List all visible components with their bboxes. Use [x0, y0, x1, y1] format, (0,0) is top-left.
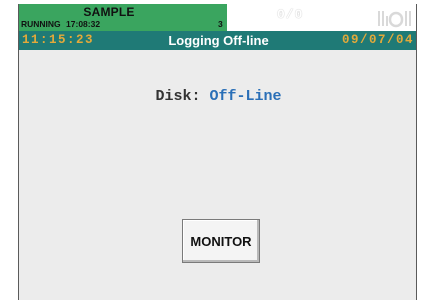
batch-status-panel[interactable]: SAMPLE RUNNING 17:08:32 3	[19, 4, 227, 31]
recorder-screen: SAMPLE RUNNING 17:08:32 3 0/0 11:15:23 L…	[18, 4, 417, 300]
status-strip: SAMPLE RUNNING 17:08:32 3 0/0	[19, 4, 416, 31]
clock-date: 09/07/04	[341, 33, 414, 47]
group-number: 3	[218, 19, 223, 29]
run-state: RUNNING	[21, 19, 61, 29]
disk-activity-icon	[377, 8, 415, 28]
title-bar: 11:15:23 Logging Off-line 09/07/04	[19, 31, 416, 50]
run-time: 17:08:32	[66, 19, 101, 29]
disk-status-row: Disk: Off-Line	[19, 88, 416, 105]
batch-name: SAMPLE	[83, 5, 135, 19]
alarm-count[interactable]: 0/0	[277, 7, 303, 22]
run-state-line: RUNNING 17:08:32	[21, 19, 100, 29]
disk-label: Disk:	[155, 88, 201, 105]
monitor-button[interactable]: MONITOR	[182, 219, 260, 263]
disk-status-value: Off-Line	[209, 88, 282, 105]
